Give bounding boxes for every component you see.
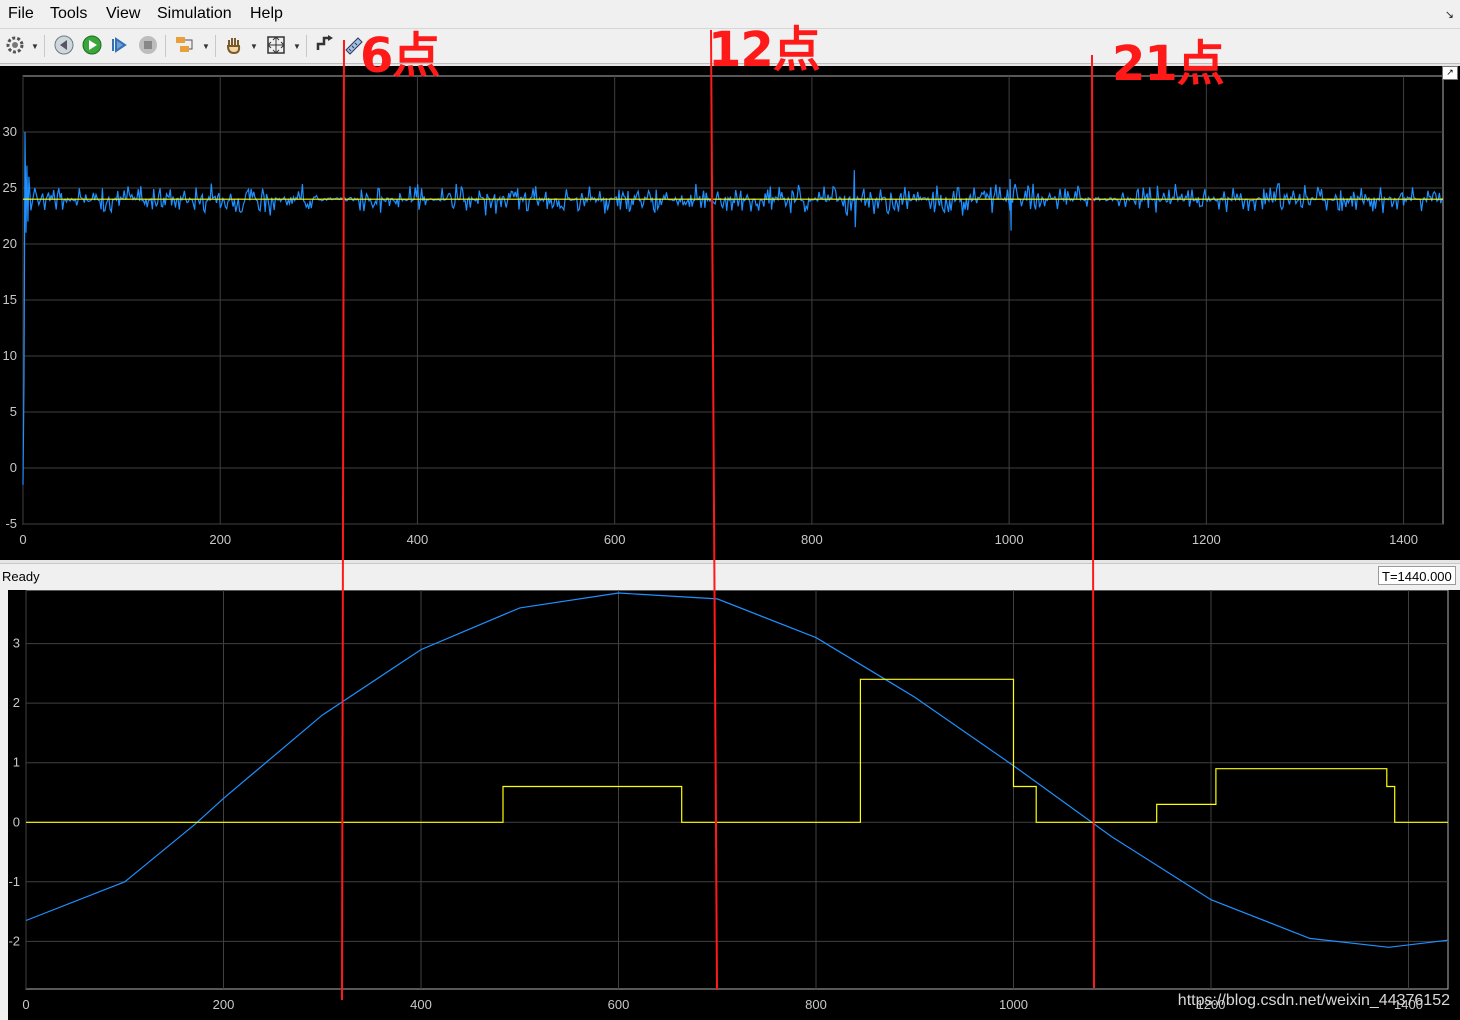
watermark: https://blog.csdn.net/weixin_44376152 [1177, 992, 1450, 1009]
annotation-21: 21点 [1112, 36, 1225, 92]
annotation-12: 12点 [708, 22, 821, 78]
marker-line-6 [341, 39, 345, 1001]
annotation-overlay [341, 29, 1095, 1001]
marker-line-21 [1091, 54, 1095, 989]
annotation-6: 6点 [360, 28, 440, 84]
marker-line-12 [710, 29, 718, 991]
